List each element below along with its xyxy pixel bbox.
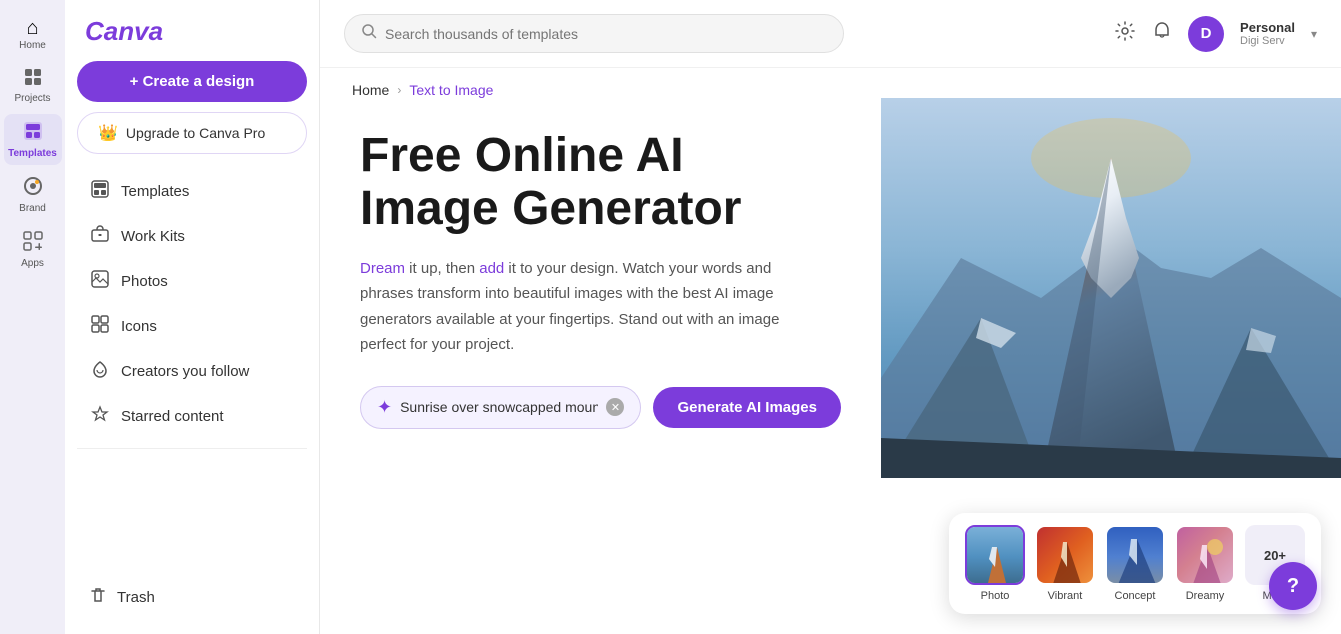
- avatar[interactable]: D: [1188, 16, 1224, 52]
- trash-icon: [89, 586, 107, 608]
- sidebar-divider: [77, 448, 307, 449]
- app-logo: Canva: [77, 16, 307, 47]
- style-thumb-concept: [1105, 525, 1165, 585]
- create-design-button[interactable]: + Create a design: [77, 61, 307, 102]
- brand-icon: [22, 175, 44, 201]
- creators-icon: [89, 360, 111, 383]
- star-icon: [89, 405, 111, 428]
- content-body: Free Online AI Image Generator Dream it …: [320, 98, 1341, 634]
- sparkle-icon: ✦: [377, 397, 392, 418]
- style-vibrant[interactable]: Vibrant: [1035, 525, 1095, 602]
- sidebar-item-creators[interactable]: Creators you follow: [77, 350, 307, 393]
- search-input[interactable]: [385, 26, 827, 42]
- templates-icon: [22, 120, 44, 146]
- sidebar-item-workkits[interactable]: Work Kits: [77, 215, 307, 258]
- settings-icon[interactable]: [1114, 20, 1136, 48]
- right-image-panel: Photo: [881, 98, 1341, 634]
- sidebar: Canva + Create a design 👑 Upgrade to Can…: [65, 0, 320, 634]
- content-area: Home › Text to Image Free Online AI Imag…: [320, 68, 1341, 634]
- style-thumb-photo: [965, 525, 1025, 585]
- search-bar[interactable]: [344, 14, 844, 53]
- style-thumb-vibrant: [1035, 525, 1095, 585]
- style-concept[interactable]: Concept: [1105, 525, 1165, 602]
- photos-icon: [89, 270, 111, 293]
- sidebar-item-home[interactable]: ⌂ Home: [4, 12, 62, 57]
- upgrade-button[interactable]: 👑 Upgrade to Canva Pro: [77, 112, 307, 154]
- left-content: Free Online AI Image Generator Dream it …: [320, 98, 881, 634]
- trash-item[interactable]: Trash: [77, 576, 307, 618]
- user-menu-chevron[interactable]: ▾: [1311, 27, 1317, 41]
- sidebar-item-brand[interactable]: Brand: [4, 169, 62, 220]
- main-content: D Personal Digi Serv ▾ Home › Text to Im…: [320, 0, 1341, 634]
- topbar: D Personal Digi Serv ▾: [320, 0, 1341, 68]
- sidebar-bottom: Trash: [77, 576, 307, 618]
- sidebar-item-apps[interactable]: Apps: [4, 224, 62, 275]
- clear-input-button[interactable]: ✕: [606, 398, 624, 416]
- prompt-input-wrap: ✦ ✕: [360, 386, 641, 429]
- workkits-icon: [89, 225, 111, 248]
- icon-navigation: ⌂ Home Projects Templates: [0, 0, 65, 634]
- crown-icon: 👑: [98, 123, 118, 143]
- page-title: Free Online AI Image Generator: [360, 130, 841, 236]
- style-panel: Photo: [949, 513, 1321, 614]
- apps-icon: [22, 230, 44, 256]
- style-thumb-dreamy: [1175, 525, 1235, 585]
- sidebar-item-icons[interactable]: Icons: [77, 305, 307, 348]
- mountain-image: [881, 98, 1341, 478]
- sidebar-item-photos[interactable]: Photos: [77, 260, 307, 303]
- topbar-right: D Personal Digi Serv ▾: [1114, 16, 1317, 52]
- bell-icon[interactable]: [1152, 21, 1172, 47]
- sidebar-item-starred[interactable]: Starred content: [77, 395, 307, 438]
- style-photo[interactable]: Photo: [965, 525, 1025, 602]
- breadcrumb: Home › Text to Image: [320, 68, 1341, 98]
- sidebar-item-projects[interactable]: Projects: [4, 61, 62, 110]
- search-icon: [361, 23, 377, 44]
- templates-nav-icon: [89, 180, 111, 203]
- prompt-input-row: ✦ ✕ Generate AI Images: [360, 386, 841, 429]
- generate-button[interactable]: Generate AI Images: [653, 387, 841, 428]
- icons-nav-icon: [89, 315, 111, 338]
- user-info: Personal Digi Serv: [1240, 20, 1295, 47]
- projects-icon: [23, 67, 43, 91]
- sidebar-item-templates[interactable]: Templates: [4, 114, 62, 165]
- page-description: Dream it up, then add it to your design.…: [360, 256, 820, 358]
- help-button[interactable]: ?: [1269, 562, 1317, 610]
- home-icon: ⌂: [26, 18, 38, 38]
- prompt-input[interactable]: [400, 399, 598, 415]
- sidebar-item-templates[interactable]: Templates: [77, 170, 307, 213]
- style-dreamy[interactable]: Dreamy: [1175, 525, 1235, 602]
